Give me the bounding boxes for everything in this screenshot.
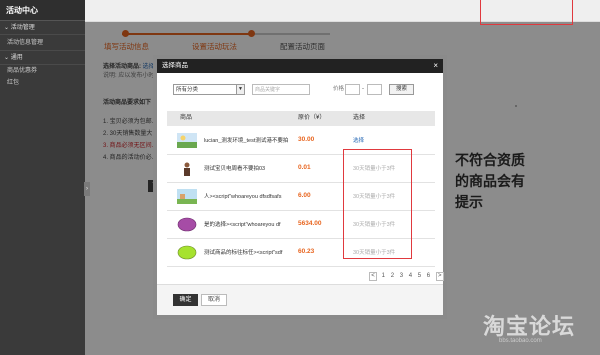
product-price: 30.00	[298, 136, 315, 143]
annotation-line-1: 不符合资质	[455, 152, 525, 168]
product-name: 测试宝贝电周看不要拍03	[204, 166, 266, 172]
price-max-input[interactable]	[367, 84, 382, 95]
chevron-down-icon[interactable]: ▼	[236, 85, 244, 94]
pagination: < 1 2 3 4 5 6 >	[369, 272, 444, 282]
prev-page-button[interactable]: <	[369, 272, 377, 281]
price-min-input[interactable]	[345, 84, 360, 95]
product-price: 0.01	[298, 164, 311, 171]
product-price: 5634.00	[298, 220, 322, 227]
highlight-box-ineligible	[343, 149, 412, 259]
dialog-title: 选择商品	[162, 62, 188, 69]
page-5[interactable]: 5	[418, 273, 421, 279]
dialog-footer: 确定 取消	[157, 284, 443, 315]
watermark-brand: 淘宝论坛	[483, 314, 576, 339]
table-header: 商品 原价（¥） 选择	[167, 111, 435, 126]
sidebar-item-coupon[interactable]: 商品优惠券	[0, 65, 85, 77]
product-thumbnail	[177, 133, 197, 148]
product-name: 是的选择><script"whoareyou df	[204, 222, 281, 228]
price-label: 价格	[333, 86, 345, 92]
annotation-line-2: 的商品会有	[455, 173, 525, 189]
product-name: 测试商品的标往标任><script"sdf	[204, 250, 283, 256]
page-3[interactable]: 3	[400, 273, 403, 279]
sidebar-item-red-packet[interactable]: 红包	[0, 77, 85, 89]
product-thumbnail	[177, 189, 197, 204]
column-price: 原价（¥）	[298, 115, 326, 121]
confirm-button[interactable]: 确定	[173, 294, 198, 306]
column-product: 商品	[180, 115, 193, 121]
cancel-button[interactable]: 取消	[201, 294, 227, 306]
keyword-input[interactable]: 商品关键字	[252, 84, 310, 95]
select-link[interactable]: 选择	[353, 136, 364, 144]
price-dash: -	[362, 86, 364, 92]
next-page-button[interactable]: >	[435, 272, 444, 281]
category-select[interactable]: 所有分类 ▼	[173, 84, 245, 95]
product-name: lucian_测发环境_test测试港不要拍	[204, 138, 289, 144]
product-thumbnail	[177, 161, 197, 176]
annotation-line-3: 提示	[455, 194, 483, 210]
sidebar-title: 活动中心	[0, 0, 85, 21]
page-1[interactable]: 1	[382, 273, 385, 279]
product-thumbnail	[177, 245, 197, 260]
close-icon[interactable]: ×	[433, 59, 438, 73]
highlight-box-top	[480, 0, 573, 25]
product-price: 6.00	[298, 192, 311, 199]
watermark-url: bbs.taobao.com	[499, 338, 542, 344]
sidebar-group-activity[interactable]: ⌄ 活动管理	[0, 21, 85, 35]
search-button[interactable]: 搜索	[389, 84, 414, 95]
product-thumbnail	[177, 217, 197, 232]
column-select: 选择	[353, 115, 366, 121]
annotation-text: 不符合资质 的商品会有 提示	[455, 150, 540, 213]
page-4[interactable]: 4	[409, 273, 412, 279]
sidebar-group-general[interactable]: ⌄ 通用	[0, 51, 85, 65]
product-price: 60.23	[298, 248, 315, 255]
product-name: 人><script"whoareyou dfsdfsafs	[204, 194, 282, 200]
page-2[interactable]: 2	[391, 273, 394, 279]
filter-bar: 所有分类 ▼ 商品关键字 价格 - 搜索	[173, 84, 443, 96]
dialog-title-bar: 选择商品 ×	[157, 59, 443, 73]
page-6[interactable]: 6	[427, 273, 430, 279]
sidebar-item-activity-info[interactable]: 活动信息管理	[0, 35, 85, 51]
sidebar-collapse-handle[interactable]: ›	[84, 182, 90, 196]
sidebar: 活动中心 ⌄ 活动管理 活动信息管理 ⌄ 通用 商品优惠券 红包	[0, 0, 85, 355]
